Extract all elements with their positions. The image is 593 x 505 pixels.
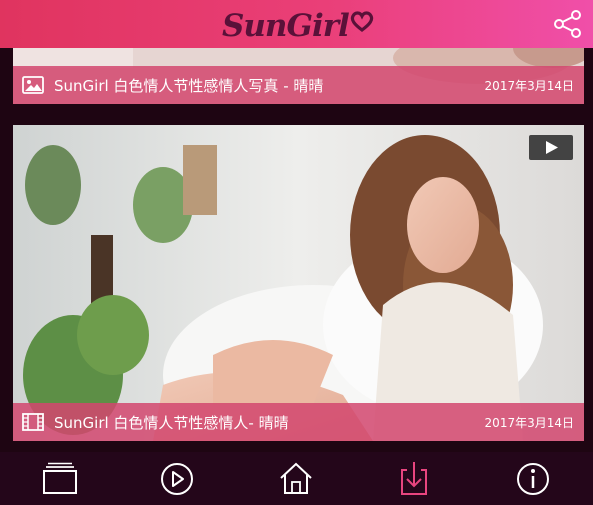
nav-downloads-button[interactable] xyxy=(394,460,434,498)
nav-info-button[interactable] xyxy=(513,460,553,498)
app-header: SunGirl xyxy=(0,0,593,48)
stack-icon xyxy=(43,462,77,494)
post-date: 2017年3月14日 xyxy=(484,78,574,93)
post-title: SunGirl 白色情人节性感情人- 晴晴 xyxy=(54,413,289,432)
nav-home-button[interactable] xyxy=(276,460,316,498)
heart-icon xyxy=(350,11,373,32)
play-badge[interactable] xyxy=(529,135,573,160)
download-icon xyxy=(401,462,427,495)
nav-videos-button[interactable] xyxy=(157,460,197,498)
share-button[interactable] xyxy=(552,10,584,38)
share-icon xyxy=(554,10,581,38)
post-card[interactable]: SunGirl 白色情人节性感情人写真 - 晴晴 2017年3月14日 xyxy=(13,48,584,104)
post-date: 2017年3月14日 xyxy=(484,415,574,430)
logo-text: SunGirl xyxy=(222,8,350,44)
info-icon xyxy=(517,463,549,495)
sungirl-logo[interactable]: SunGirl xyxy=(222,6,374,46)
nav-albums-button[interactable] xyxy=(40,460,80,498)
post-feed[interactable]: SunGirl 白色情人节性感情人写真 - 晴晴 2017年3月14日 SunG… xyxy=(0,48,593,452)
post-caption-bar[interactable]: SunGirl 白色情人节性感情人- 晴晴 2017年3月14日 xyxy=(13,403,584,441)
play-badge-icon xyxy=(546,141,558,154)
post-caption-bar[interactable]: SunGirl 白色情人节性感情人写真 - 晴晴 2017年3月14日 xyxy=(13,66,584,104)
post-card[interactable]: SunGirl 白色情人节性感情人- 晴晴 2017年3月14日 xyxy=(13,125,584,441)
post-thumbnail xyxy=(13,125,584,441)
post-title: SunGirl 白色情人节性感情人写真 - 晴晴 xyxy=(54,76,324,95)
play-circle-icon xyxy=(161,463,193,495)
film-icon xyxy=(22,413,44,431)
image-icon xyxy=(22,76,44,94)
bottom-navigation xyxy=(0,452,593,505)
home-icon xyxy=(280,462,312,494)
